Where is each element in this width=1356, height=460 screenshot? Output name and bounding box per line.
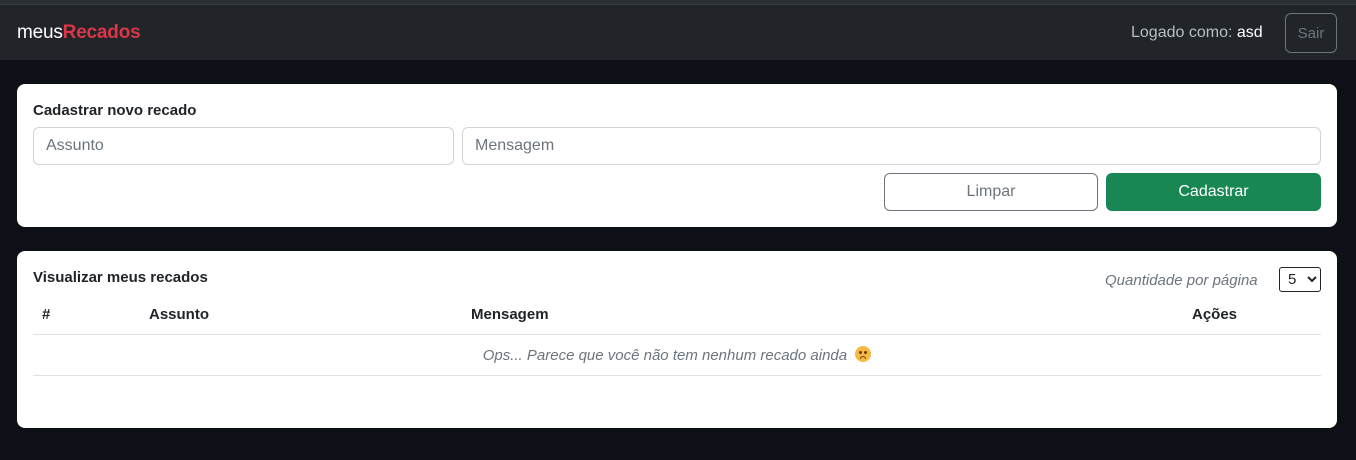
clear-button[interactable]: Limpar [884, 173, 1098, 211]
message-input[interactable] [462, 127, 1321, 165]
logout-button[interactable]: Sair [1285, 13, 1337, 53]
column-header-actions: Ações [1192, 306, 1238, 323]
per-page-select[interactable]: 5 [1279, 267, 1321, 292]
column-header-message: Mensagem [471, 306, 549, 323]
subject-input[interactable] [33, 127, 454, 165]
per-page-label: Quantidade por página [1105, 272, 1258, 289]
submit-button[interactable]: Cadastrar [1106, 173, 1321, 211]
brand-logo[interactable]: meusRecados [17, 22, 141, 44]
column-header-subject: Assunto [149, 306, 209, 323]
column-header-number: # [42, 306, 51, 323]
new-note-card: Cadastrar novo recado Limpar Cadastrar [17, 84, 1337, 227]
table-header-divider [33, 334, 1321, 335]
table-row-divider [33, 375, 1321, 376]
logged-label: Logado como: [1131, 24, 1237, 41]
empty-state-row: Ops... Parece que você não tem nenhum re… [33, 346, 1321, 364]
brand-accent: Recados [62, 22, 141, 43]
navbar: meusRecados Logado como: asd Sair [0, 4, 1356, 60]
username: asd [1236, 24, 1263, 41]
notes-list-card: Visualizar meus recados Quantidade por p… [17, 251, 1337, 428]
brand-prefix: meus [17, 22, 63, 43]
new-note-title: Cadastrar novo recado [33, 102, 197, 119]
notes-list-title: Visualizar meus recados [33, 269, 208, 286]
empty-state-message: Ops... Parece que você não tem nenhum re… [482, 347, 848, 364]
worried-face-icon [855, 346, 872, 362]
logged-in-status: Logado como: asd [1131, 24, 1263, 42]
